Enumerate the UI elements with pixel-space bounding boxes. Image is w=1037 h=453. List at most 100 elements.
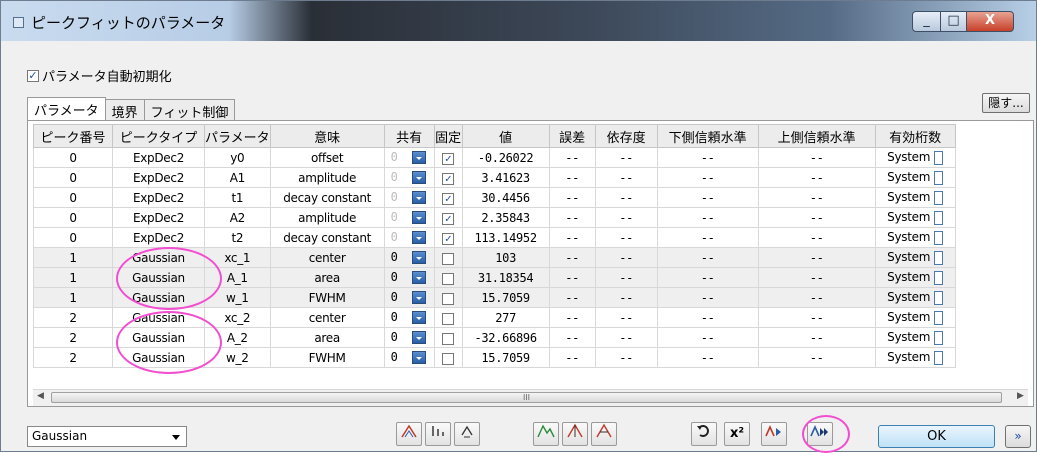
value-cell[interactable]: 15.7059 bbox=[461, 287, 550, 308]
scroll-left-icon[interactable]: ◀ bbox=[37, 391, 44, 401]
table-row[interactable]: 2Gaussianxc_2center0✓277--------System bbox=[33, 307, 956, 328]
maximize-button[interactable]: □ bbox=[940, 11, 967, 32]
significant-digits-dropdown-icon[interactable] bbox=[934, 250, 944, 265]
fixed-cell[interactable]: ✓ bbox=[433, 187, 463, 208]
column-header-parameter[interactable]: パラメータ bbox=[204, 124, 271, 148]
scroll-right-icon[interactable]: ▶ bbox=[1017, 391, 1024, 401]
column-header-lower-confidence[interactable]: 下側信頼水準 bbox=[656, 124, 759, 148]
column-header-peak-number[interactable]: ピーク番号 bbox=[33, 124, 113, 148]
share-cell[interactable]: 0 bbox=[383, 327, 435, 348]
title-bar[interactable]: ピークフィットのパラメータ _ □ X bbox=[1, 1, 1036, 41]
significant-digits-dropdown-icon[interactable] bbox=[934, 330, 944, 345]
table-row[interactable]: 1Gaussianxc_1center0✓103--------System bbox=[33, 247, 956, 268]
column-header-upper-confidence[interactable]: 上側信頼水準 bbox=[757, 124, 876, 148]
significant-digits-cell[interactable]: System bbox=[874, 347, 956, 368]
add-peak-button[interactable] bbox=[396, 422, 422, 446]
significant-digits-cell[interactable]: System bbox=[874, 187, 956, 208]
fixed-cell[interactable]: ✓ bbox=[433, 147, 463, 168]
significant-digits-cell[interactable]: System bbox=[874, 147, 956, 168]
fixed-checkbox[interactable]: ✓ bbox=[442, 312, 455, 325]
significant-digits-cell[interactable]: System bbox=[874, 167, 956, 188]
share-dropdown-icon[interactable] bbox=[411, 251, 426, 264]
share-dropdown-icon[interactable] bbox=[411, 351, 426, 364]
fixed-cell[interactable]: ✓ bbox=[433, 267, 463, 288]
significant-digits-cell[interactable]: System bbox=[874, 247, 956, 268]
significant-digits-dropdown-icon[interactable] bbox=[934, 310, 944, 325]
find-peaks-button[interactable] bbox=[533, 422, 559, 446]
peak-width-button[interactable] bbox=[591, 422, 617, 446]
fixed-cell[interactable]: ✓ bbox=[433, 227, 463, 248]
share-cell[interactable]: 0 bbox=[383, 347, 435, 368]
table-row[interactable]: 0 ExpDec2 A1 amplitude 0 ✓ 3.41623 -- -- -- -- Syst… bbox=[33, 167, 956, 188]
fixed-cell[interactable]: ✓ bbox=[433, 327, 463, 348]
share-cell[interactable]: 0 bbox=[383, 187, 435, 208]
value-cell[interactable]: 30.4456 bbox=[461, 187, 550, 208]
share-dropdown-icon[interactable] bbox=[411, 211, 426, 224]
share-cell[interactable]: 0 bbox=[383, 227, 435, 248]
fixed-checkbox[interactable]: ✓ bbox=[442, 292, 455, 305]
significant-digits-dropdown-icon[interactable] bbox=[934, 290, 944, 305]
share-cell[interactable]: 0 bbox=[383, 267, 435, 288]
significant-digits-cell[interactable]: System bbox=[874, 327, 956, 348]
value-cell[interactable]: 113.14952 bbox=[461, 227, 550, 248]
value-cell[interactable]: 2.35843 bbox=[461, 207, 550, 228]
fit-until-converge-button[interactable] bbox=[807, 422, 833, 446]
share-cell[interactable]: 0 bbox=[383, 247, 435, 268]
fixed-checkbox[interactable]: ✓ bbox=[442, 152, 455, 165]
value-cell[interactable]: 103 bbox=[461, 247, 550, 268]
share-cell[interactable]: 0 bbox=[383, 207, 435, 228]
significant-digits-cell[interactable]: System bbox=[874, 307, 956, 328]
column-header-significant-digits[interactable]: 有効桁数 bbox=[874, 124, 956, 148]
significant-digits-dropdown-icon[interactable] bbox=[934, 170, 944, 185]
fixed-cell[interactable]: ✓ bbox=[433, 307, 463, 328]
reorder-button[interactable] bbox=[454, 422, 480, 446]
table-row[interactable]: 0 ExpDec2 t2 decay constant 0 ✓ 113.14952 -- -- -… bbox=[33, 227, 956, 248]
minimize-button[interactable]: _ bbox=[912, 11, 941, 32]
share-dropdown-icon[interactable] bbox=[411, 331, 426, 344]
share-dropdown-icon[interactable] bbox=[411, 171, 426, 184]
table-row[interactable]: 2GaussianA_2area0✓-32.66896--------Syste… bbox=[33, 327, 956, 348]
ok-button[interactable]: OK bbox=[878, 425, 995, 448]
auto-init-checkbox[interactable]: ✓ パラメータ自動初期化 bbox=[27, 66, 172, 85]
share-dropdown-icon[interactable] bbox=[411, 291, 426, 304]
value-cell[interactable]: 277 bbox=[461, 307, 550, 328]
tab-parameters[interactable]: パラメータ bbox=[27, 97, 106, 122]
peak-function-select[interactable]: Gaussian bbox=[27, 426, 187, 447]
significant-digits-cell[interactable]: System bbox=[874, 267, 956, 288]
significant-digits-dropdown-icon[interactable] bbox=[934, 350, 944, 365]
share-dropdown-icon[interactable] bbox=[411, 311, 426, 324]
table-row[interactable]: 2Gaussianw_2FWHM0✓15.7059--------System bbox=[33, 347, 956, 368]
significant-digits-cell[interactable]: System bbox=[874, 207, 956, 228]
share-cell[interactable]: 0 bbox=[383, 167, 435, 188]
fixed-checkbox[interactable]: ✓ bbox=[442, 352, 455, 365]
close-button[interactable]: X bbox=[966, 11, 1014, 32]
fixed-cell[interactable]: ✓ bbox=[433, 207, 463, 228]
horizontal-scrollbar[interactable]: ◀ III ▶ bbox=[33, 389, 1028, 406]
column-header-dependency[interactable]: 依存度 bbox=[594, 124, 658, 148]
fit-one-iteration-button[interactable] bbox=[761, 422, 787, 446]
table-row[interactable]: 1Gaussianw_1FWHM0✓15.7059--------System bbox=[33, 287, 956, 308]
column-header-fixed[interactable]: 固定 bbox=[433, 124, 463, 148]
auto-init-check[interactable]: ✓ bbox=[27, 69, 39, 82]
column-header-peak-type[interactable]: ピークタイプ bbox=[112, 124, 205, 148]
share-dropdown-icon[interactable] bbox=[411, 231, 426, 244]
value-cell[interactable]: 31.18354 bbox=[461, 267, 550, 288]
fixed-checkbox[interactable]: ✓ bbox=[442, 192, 455, 205]
fixed-cell[interactable]: ✓ bbox=[433, 347, 463, 368]
fixed-cell[interactable]: ✓ bbox=[433, 247, 463, 268]
significant-digits-cell[interactable]: System bbox=[874, 227, 956, 248]
fixed-cell[interactable]: ✓ bbox=[433, 167, 463, 188]
table-row[interactable]: 0 ExpDec2 t1 decay constant 0 ✓ 30.4456 -- -- -- -… bbox=[33, 187, 956, 208]
share-dropdown-icon[interactable] bbox=[411, 191, 426, 204]
column-header-share[interactable]: 共有 bbox=[383, 124, 435, 148]
value-cell[interactable]: 15.7059 bbox=[461, 347, 550, 368]
share-cell[interactable]: 0 bbox=[383, 147, 435, 168]
peak-center-button[interactable] bbox=[562, 422, 588, 446]
undo-button[interactable] bbox=[691, 422, 717, 446]
table-row[interactable]: 0 ExpDec2 y0 offset 0 ✓ -0.26022 -- -- -- -- System bbox=[33, 147, 956, 168]
expand-button[interactable]: » bbox=[1005, 425, 1031, 448]
value-cell[interactable]: -0.26022 bbox=[461, 147, 550, 168]
chi-square-button[interactable]: x² bbox=[724, 422, 750, 446]
hide-button[interactable]: 隠す... bbox=[982, 93, 1030, 113]
share-dropdown-icon[interactable] bbox=[411, 271, 426, 284]
